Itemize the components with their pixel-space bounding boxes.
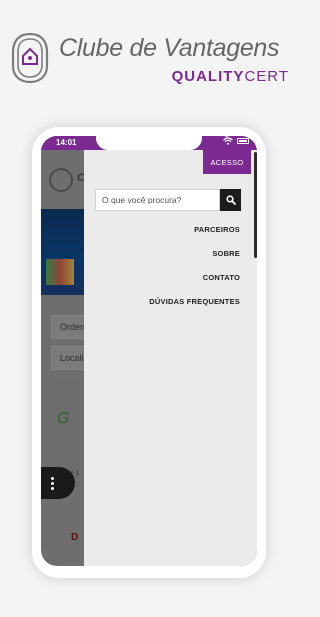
- more-options-handle[interactable]: [41, 467, 75, 499]
- brand-subtitle-cert: CERT: [244, 68, 289, 85]
- nav-item-sobre[interactable]: SOBRE: [149, 249, 240, 273]
- search-bar: [95, 189, 241, 211]
- phone-notch: [96, 136, 229, 150]
- more-dot-icon: [50, 486, 54, 490]
- search-icon: [225, 195, 236, 205]
- nav-item-contato[interactable]: CONTATO: [149, 273, 240, 297]
- phone-screen: C Orden Locali G Até 1 D 14:01: [41, 136, 257, 566]
- background-logo: [49, 168, 73, 192]
- status-time: 14:01: [56, 138, 77, 147]
- brand-subtitle: QUALITYCERT: [172, 68, 289, 85]
- nav-item-duvidas-frequentes[interactable]: DÚVIDAS FREQUENTES: [149, 297, 240, 321]
- brand-header: Clube de Vantagens QUALITYCERT: [10, 32, 295, 92]
- side-drawer-menu: ACESSO PARCEIROS SOBRE CONTATO DÚVIDAS F…: [84, 150, 257, 566]
- battery-icon: [237, 138, 249, 144]
- search-button[interactable]: [220, 189, 241, 211]
- more-dot-icon: [50, 481, 54, 485]
- nav-item-parceiros[interactable]: PARCEIROS: [149, 225, 240, 249]
- drawer-nav: PARCEIROS SOBRE CONTATO DÚVIDAS FREQUENT…: [149, 225, 240, 321]
- wifi-icon: [223, 137, 233, 145]
- brand-title: Clube de Vantagens: [59, 34, 280, 62]
- search-input[interactable]: [95, 189, 220, 211]
- acesso-button[interactable]: ACESSO: [203, 150, 251, 174]
- more-dot-icon: [50, 476, 54, 480]
- status-icons: [223, 137, 249, 145]
- drawer-scrollbar[interactable]: [254, 152, 257, 258]
- phone-mockup: C Orden Locali G Até 1 D 14:01: [31, 126, 267, 579]
- qualitycert-logo-icon: [11, 32, 49, 84]
- partner-red-text: D: [71, 532, 79, 543]
- brand-subtitle-quality: QUALITY: [171, 68, 245, 85]
- partner-logo: G: [57, 410, 70, 427]
- banner-products-image: [46, 259, 74, 285]
